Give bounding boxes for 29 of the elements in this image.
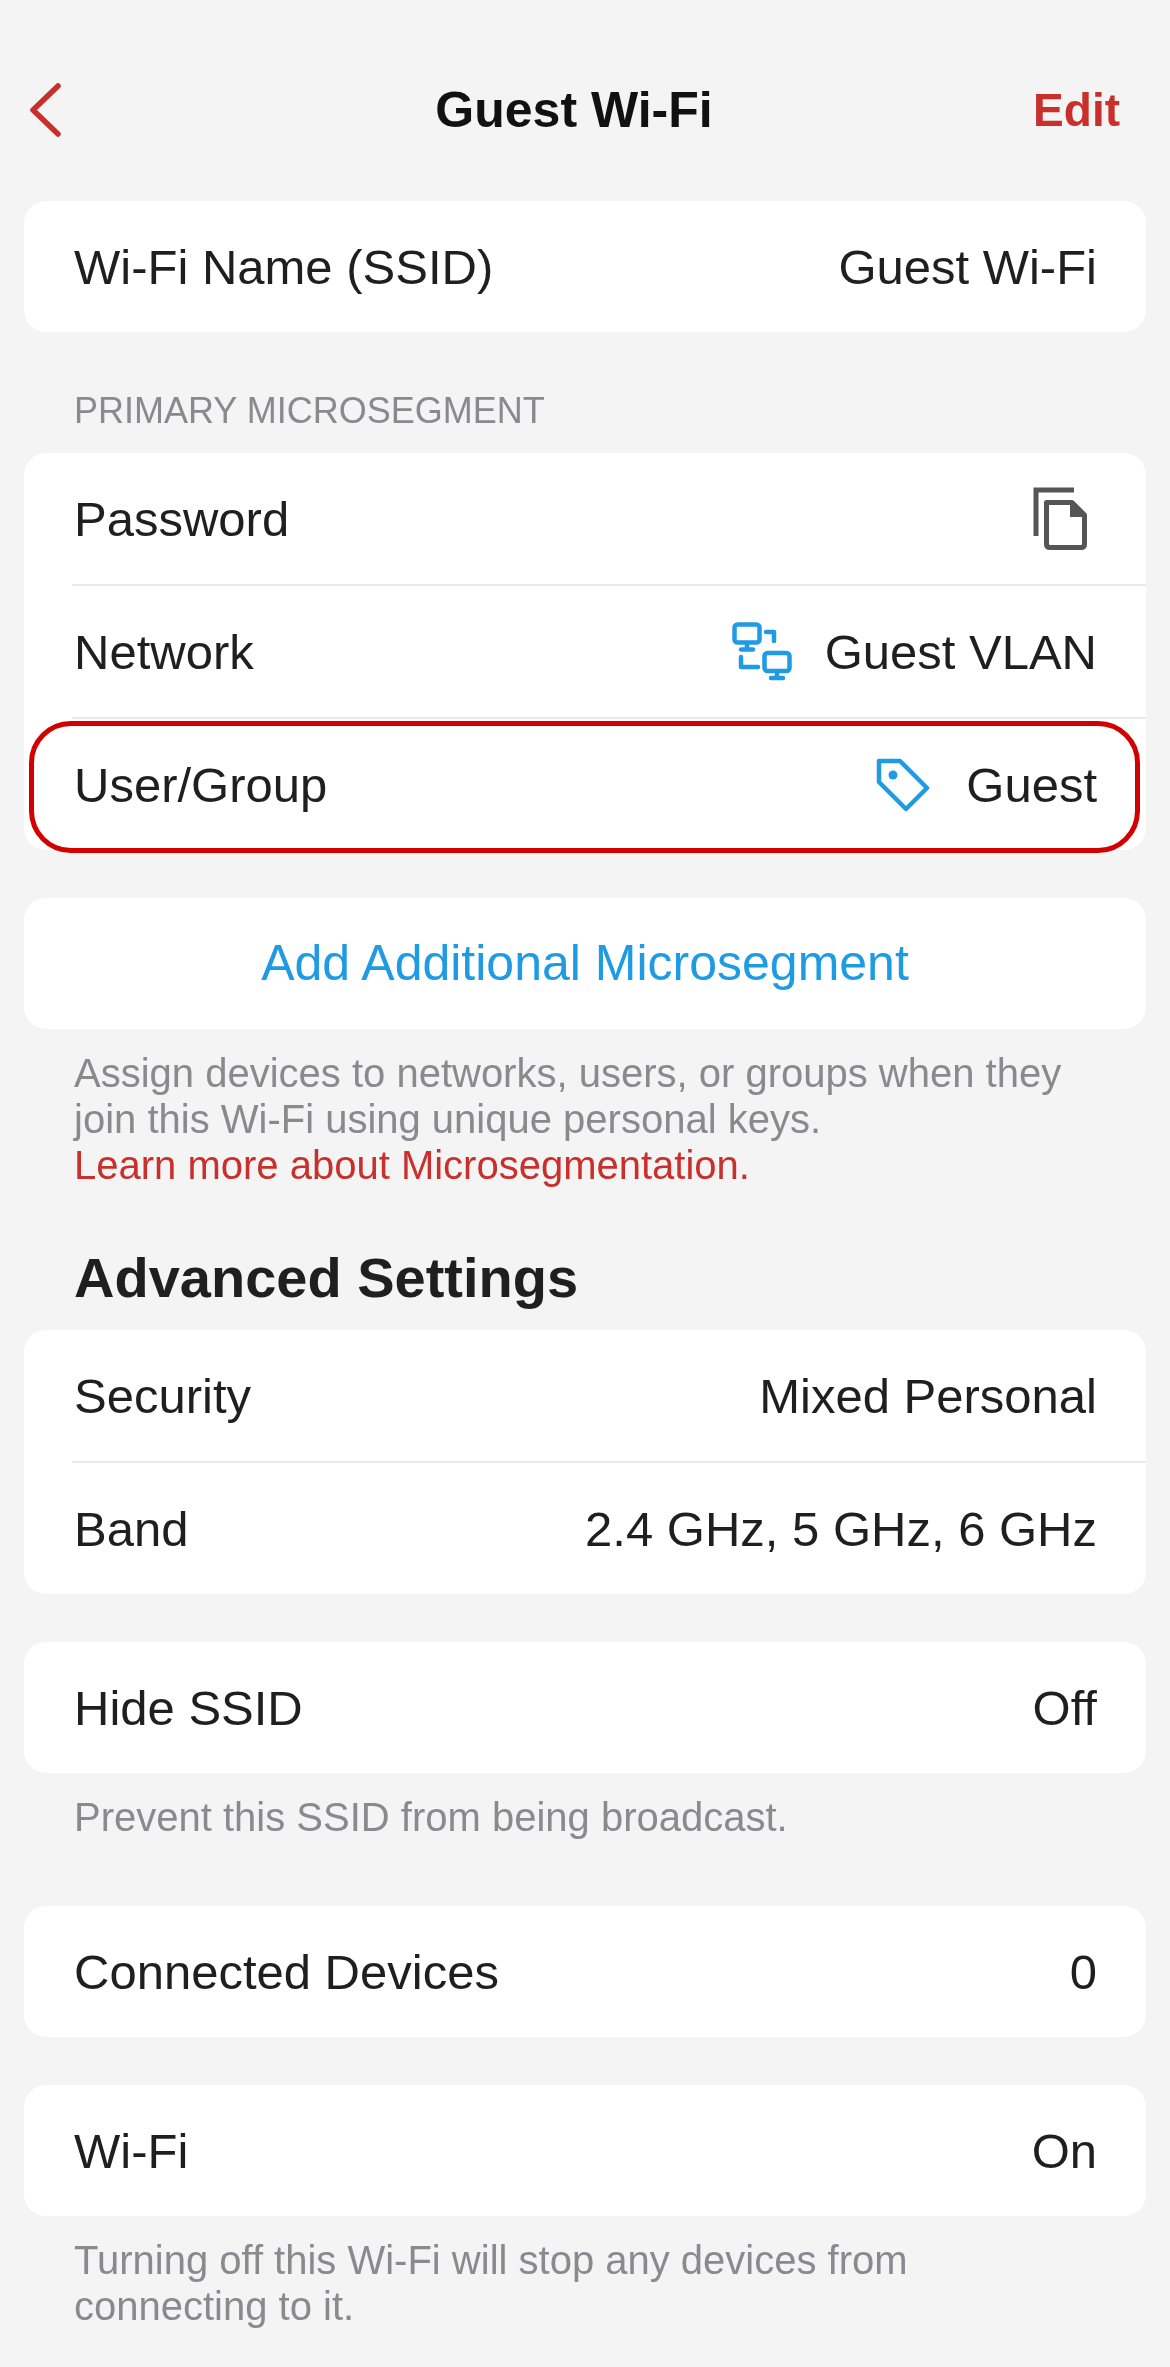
section-footnote: Prevent this SSID from being broadcast. — [74, 1794, 789, 1840]
setting-label: Wi-Fi Name (SSID) — [74, 238, 494, 296]
setting-value: Guest — [966, 756, 1097, 814]
section-header: PRIMARY MICROSEGMENT — [74, 391, 545, 431]
setting-label: Password — [74, 490, 290, 548]
setting-value: 2.4 GHz, 5 GHz, 6 GHz — [585, 1500, 1097, 1558]
learn-more-link[interactable]: Learn more about Microsegmentation. — [74, 1143, 750, 1187]
copy-icon[interactable] — [1032, 485, 1090, 552]
setting-label: Security — [74, 1367, 251, 1425]
setting-label: Connected Devices — [74, 1943, 499, 2001]
back-icon[interactable] — [28, 83, 62, 137]
page-title: Guest Wi-Fi — [435, 82, 713, 138]
setting-label: Wi-Fi — [74, 2122, 189, 2180]
setting-value: On — [1031, 2122, 1097, 2180]
setting-value: 0 — [1069, 1943, 1097, 2001]
setting-value: Mixed Personal — [759, 1367, 1097, 1425]
tag-icon — [876, 757, 931, 812]
setting-value: Off — [1032, 1679, 1097, 1737]
setting-label: Hide SSID — [74, 1679, 303, 1737]
section-footnote: Turning off this Wi-Fi will stop any devices from connecting to it. — [74, 2237, 909, 2329]
setting-label: User/Group — [74, 756, 328, 814]
setting-label: Band — [74, 1500, 189, 1558]
action-button[interactable]: Add Additional Microsegment — [24, 898, 1146, 1029]
setting-label: Network — [74, 623, 254, 681]
setting-value: Guest VLAN — [824, 623, 1097, 681]
setting-value: Guest Wi-Fi — [838, 238, 1097, 296]
network-icon — [731, 621, 792, 682]
edit-button[interactable]: Edit — [1033, 82, 1120, 138]
section-footnote: Assign devices to networks, users, or groups when they join this Wi-Fi using unique personal keys. Learn more about Microsegmentation. — [74, 1050, 1063, 1188]
